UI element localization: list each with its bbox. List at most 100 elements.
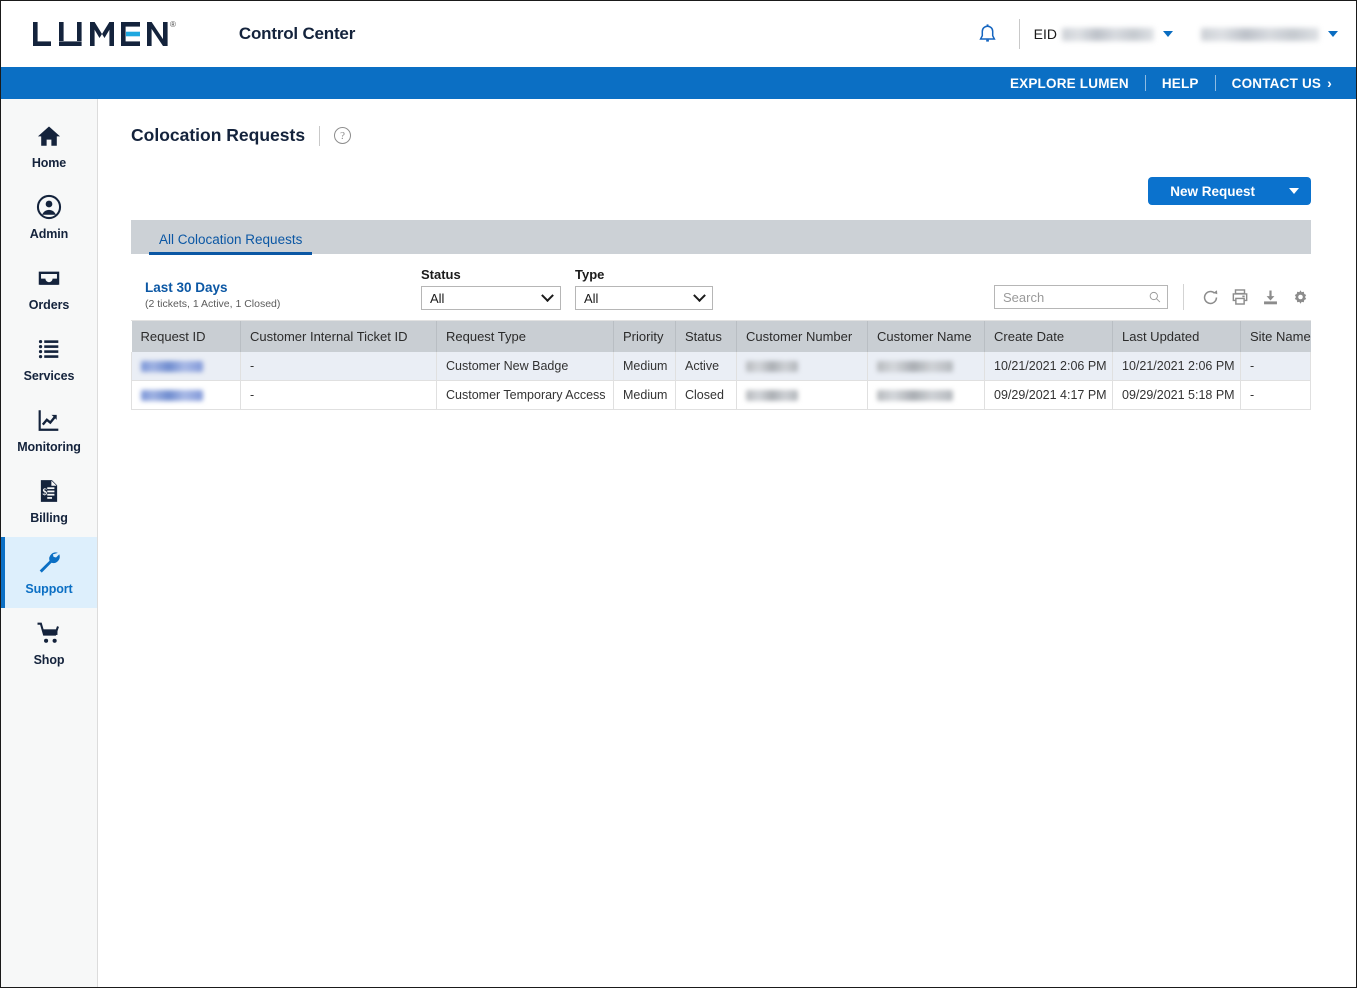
nav-divider <box>1214 75 1216 91</box>
lumen-logo[interactable]: ® <box>33 18 176 50</box>
table-row[interactable]: - Customer New Badge Medium Active 10/21… <box>131 352 1311 381</box>
type-filter-value: All <box>584 290 599 306</box>
gear-icon[interactable] <box>1289 286 1311 308</box>
cell-last-updated: 10/21/2021 2:06 PM <box>1112 352 1241 381</box>
tab-all-colocation-requests[interactable]: All Colocation Requests <box>149 232 313 255</box>
col-status[interactable]: Status <box>675 321 737 352</box>
account-selector[interactable] <box>1201 27 1338 41</box>
sidebar-item-billing[interactable]: $ Billing <box>1 466 97 537</box>
chart-trend-icon <box>38 410 59 431</box>
sidebar-label: Billing <box>30 511 68 525</box>
refresh-icon[interactable] <box>1199 286 1221 308</box>
cell-request-id[interactable] <box>131 352 241 381</box>
sidebar-item-support[interactable]: Support <box>1 537 97 608</box>
sidebar-label: Support <box>25 582 73 596</box>
explore-lumen-link[interactable]: EXPLORE LUMEN <box>1010 76 1129 91</box>
ticket-count-summary: (2 tickets, 1 Active, 1 Closed) <box>145 298 281 310</box>
cell-internal-ticket-id: - <box>240 380 437 410</box>
cell-request-type: Customer Temporary Access <box>436 380 614 410</box>
cell-customer-number <box>736 352 868 381</box>
cell-status: Active <box>675 352 737 381</box>
nav-divider <box>1144 75 1146 91</box>
sidebar-item-orders[interactable]: Orders <box>1 253 97 324</box>
sidebar-item-monitoring[interactable]: Monitoring <box>1 395 97 466</box>
page-title: Colocation Requests <box>131 125 306 145</box>
search-box[interactable] <box>994 285 1168 309</box>
header-right-group: EID <box>971 1 1338 67</box>
status-filter-value: All <box>430 290 445 306</box>
download-icon[interactable] <box>1259 286 1281 308</box>
wrench-icon <box>39 552 60 573</box>
home-icon <box>37 126 61 146</box>
sidebar-label: Monitoring <box>17 440 81 454</box>
tab-strip: All Colocation Requests <box>131 220 1311 255</box>
eid-selector[interactable]: EID <box>1034 26 1173 42</box>
request-id-redacted <box>141 390 203 402</box>
caret-down-icon <box>1289 188 1299 194</box>
help-link[interactable]: HELP <box>1162 76 1199 91</box>
new-request-label: New Request <box>1170 183 1255 199</box>
sidebar-item-home[interactable]: Home <box>1 111 97 182</box>
top-header: ® Control Center EID <box>1 1 1356 67</box>
col-last-updated[interactable]: Last Updated <box>1112 321 1241 352</box>
cell-site-name: - <box>1240 380 1311 410</box>
status-filter-select[interactable]: All <box>421 286 561 310</box>
sidebar-label: Orders <box>28 298 70 312</box>
tab-label: All Colocation Requests <box>159 232 303 247</box>
registered-mark: ® <box>170 20 176 29</box>
chevron-down-icon <box>1328 31 1338 37</box>
col-customer-number[interactable]: Customer Number <box>736 321 868 352</box>
notifications-bell-button[interactable] <box>971 17 1005 51</box>
date-range-link[interactable]: Last 30 Days <box>145 280 421 295</box>
table-row[interactable]: - Customer Temporary Access Medium Close… <box>131 380 1311 410</box>
customer-name-redacted <box>877 390 953 402</box>
col-request-id[interactable]: Request ID <box>131 321 241 352</box>
sidebar-item-services[interactable]: Services <box>1 324 97 395</box>
type-filter-label: Type <box>575 267 605 282</box>
col-request-type[interactable]: Request Type <box>436 321 614 352</box>
cell-create-date: 09/29/2021 4:17 PM <box>984 380 1113 410</box>
new-request-dropdown-toggle[interactable] <box>1277 177 1311 205</box>
col-internal-ticket-id[interactable]: Customer Internal Ticket ID <box>240 321 437 352</box>
page-header: Colocation Requests ? <box>98 99 1356 146</box>
status-filter-label: Status <box>421 267 461 282</box>
sidebar-item-shop[interactable]: Shop <box>1 608 97 679</box>
cell-last-updated: 09/29/2021 5:18 PM <box>1112 380 1241 410</box>
help-icon[interactable]: ? <box>334 127 352 144</box>
sidebar-label: Services <box>23 369 75 383</box>
title-divider <box>319 125 321 146</box>
inbox-tray-icon <box>38 271 60 285</box>
svg-text:$: $ <box>43 487 48 498</box>
type-filter: Type All <box>575 267 713 310</box>
col-customer-name[interactable]: Customer Name <box>867 321 985 352</box>
table-tools <box>994 284 1311 310</box>
cell-priority: Medium <box>613 380 676 410</box>
cell-site-name: - <box>1240 352 1311 381</box>
cell-request-id[interactable] <box>131 380 241 410</box>
chevron-down-icon <box>1163 31 1173 37</box>
sidebar-item-admin[interactable]: Admin <box>1 182 97 253</box>
cell-customer-number <box>736 380 868 410</box>
contact-us-link[interactable]: CONTACT US › <box>1232 75 1332 91</box>
new-request-button[interactable]: New Request <box>1148 177 1311 205</box>
table-header-row: Request ID Customer Internal Ticket ID R… <box>131 321 1311 352</box>
customer-name-redacted <box>877 361 953 373</box>
user-circle-icon <box>36 194 62 220</box>
main-content: Colocation Requests ? New Request All Co… <box>98 99 1356 987</box>
cell-priority: Medium <box>613 352 676 381</box>
chevron-right-icon: › <box>1327 75 1332 91</box>
status-filter: Status All <box>421 267 561 310</box>
cell-status: Closed <box>675 380 737 410</box>
colocation-requests-table: Request ID Customer Internal Ticket ID R… <box>131 321 1311 410</box>
col-site-name[interactable]: Site Name <box>1240 321 1311 352</box>
customer-number-redacted <box>746 390 798 402</box>
search-input[interactable] <box>1003 289 1150 305</box>
chevron-down-icon <box>541 288 554 302</box>
filter-bar: Last 30 Days (2 tickets, 1 Active, 1 Clo… <box>131 254 1311 321</box>
col-create-date[interactable]: Create Date <box>984 321 1113 352</box>
type-filter-select[interactable]: All <box>575 286 713 310</box>
print-icon[interactable] <box>1229 286 1251 308</box>
col-priority[interactable]: Priority <box>613 321 676 352</box>
sidebar-label: Admin <box>29 227 69 241</box>
invoice-icon: $ <box>40 480 58 502</box>
